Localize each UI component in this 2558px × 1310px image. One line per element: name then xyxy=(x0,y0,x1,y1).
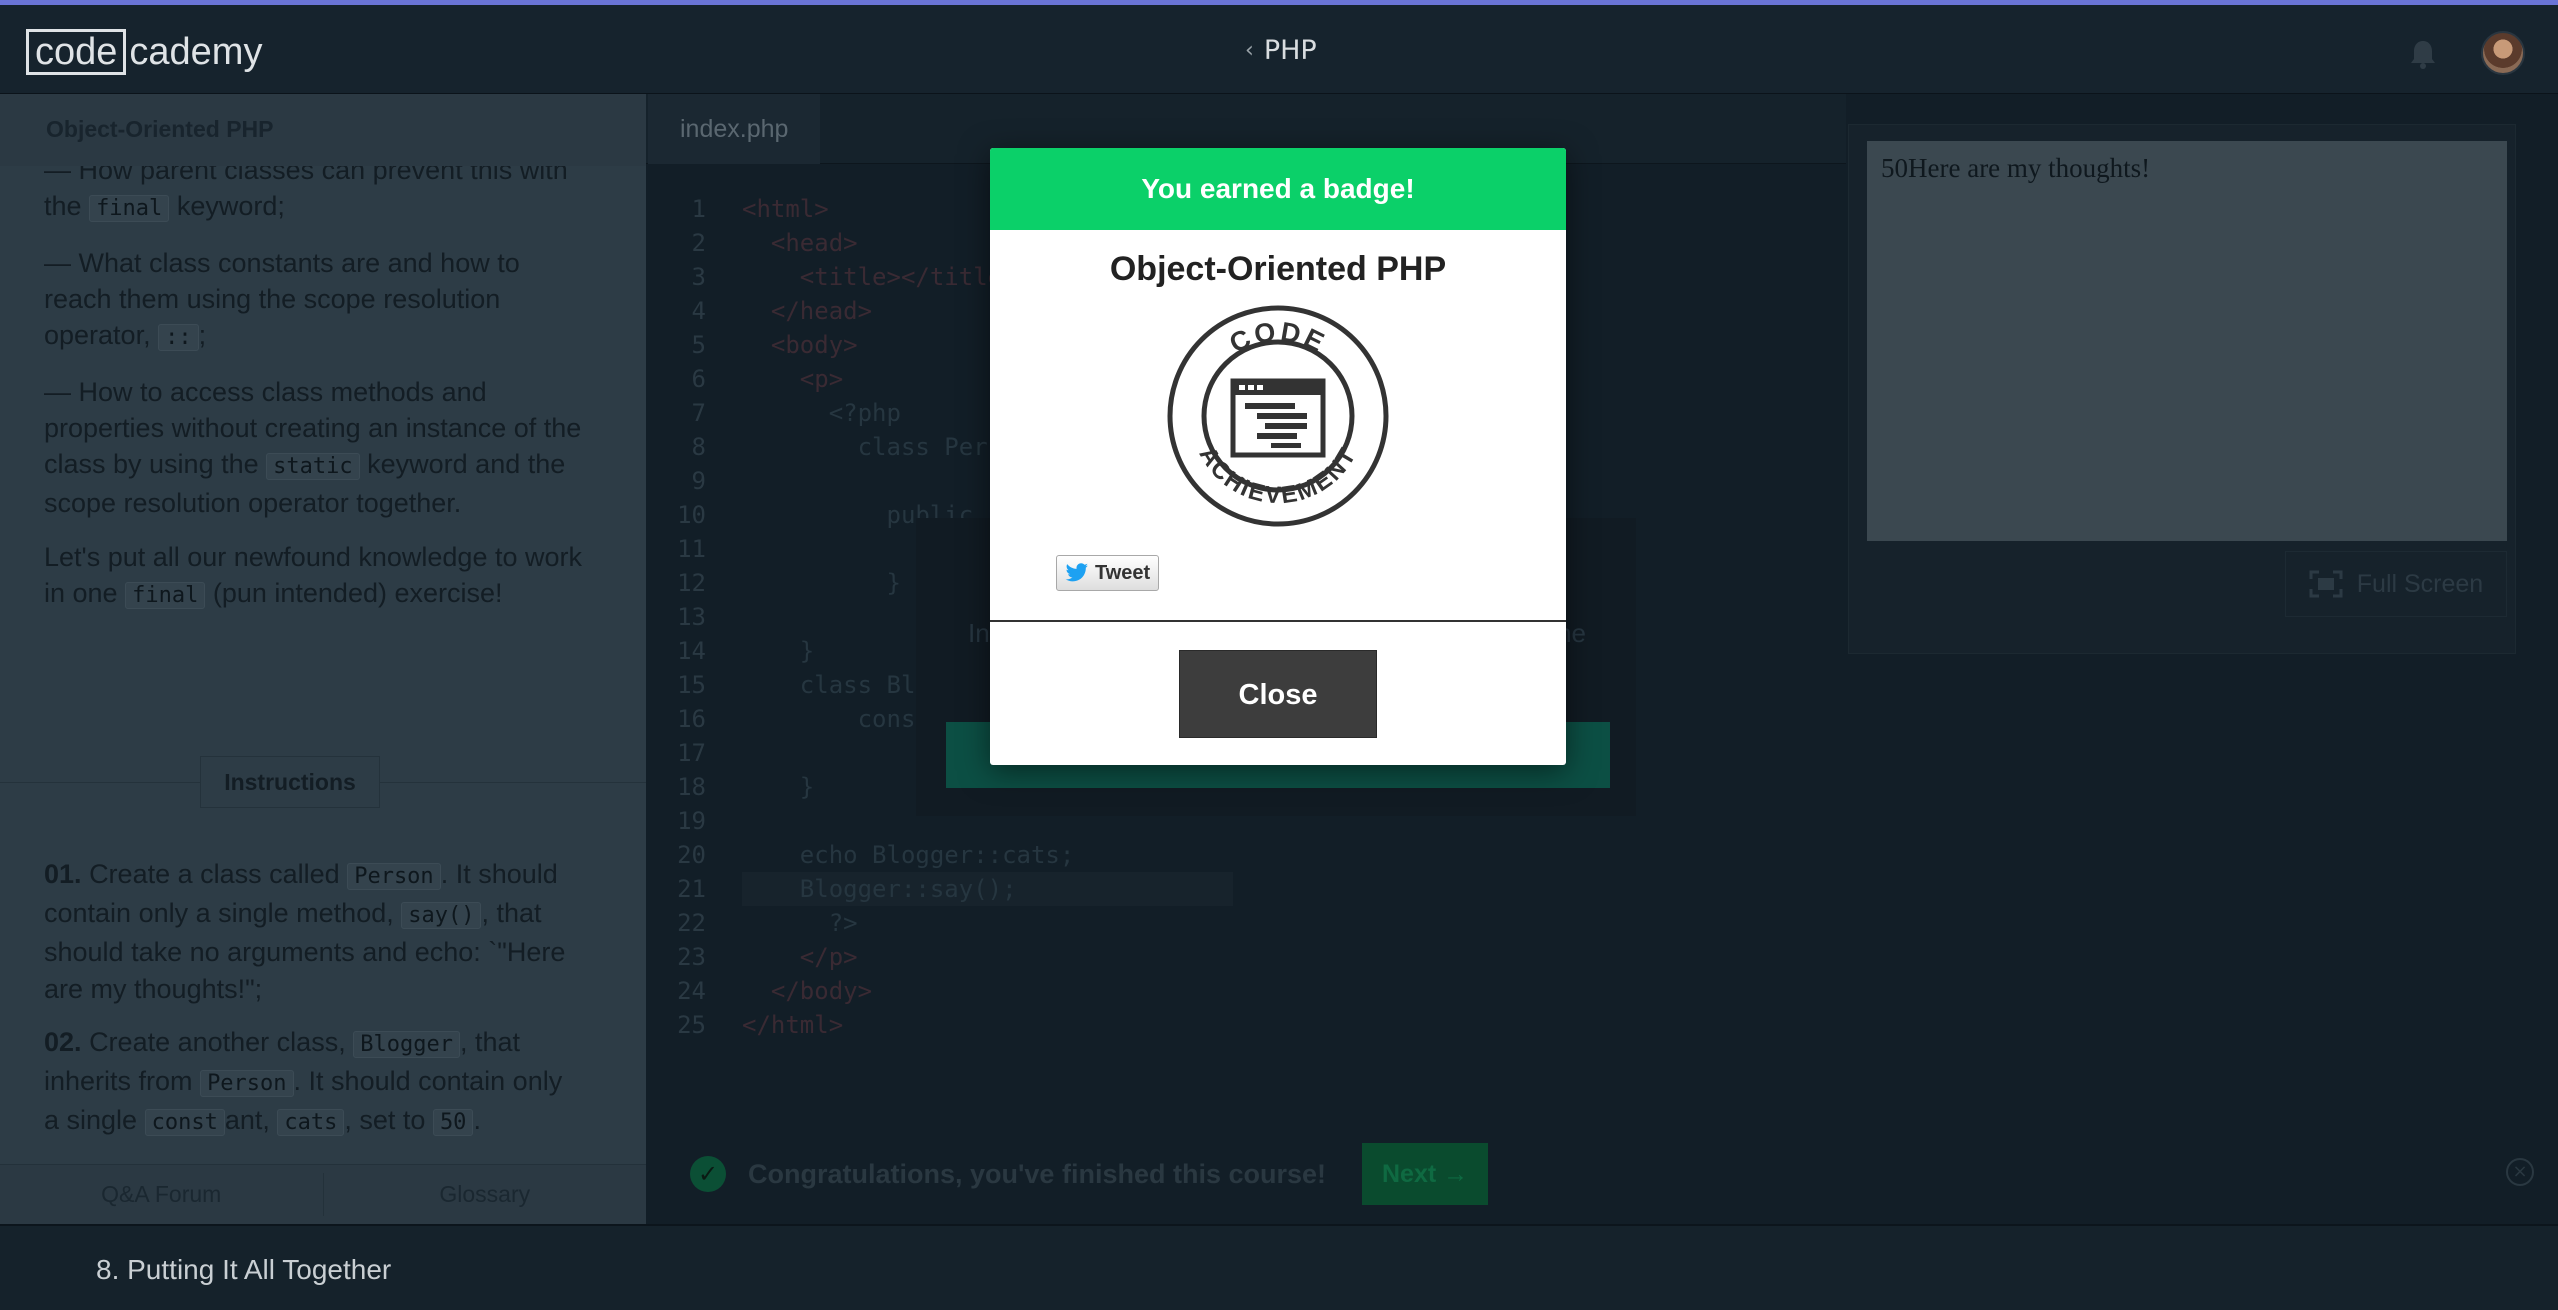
code-line: </p> xyxy=(742,943,858,971)
tab-index-php[interactable]: index.php xyxy=(648,94,821,164)
fullscreen-icon xyxy=(2309,570,2343,598)
logo-text: cademy xyxy=(129,30,263,73)
line-number: 23 xyxy=(677,943,706,971)
badge-title: Object-Oriented PHP xyxy=(1109,250,1447,288)
twitter-bird-icon xyxy=(1065,563,1089,582)
chevron-left-icon: ‹ xyxy=(1245,38,1254,63)
line-number: 2 xyxy=(691,229,706,257)
line-number: 3 xyxy=(691,263,706,291)
browser-preview: 50Here are my thoughts! Full Screen xyxy=(1848,124,2516,654)
line-number: 15 xyxy=(677,671,706,699)
output-panel: 50Here are my thoughts! Full Screen xyxy=(1846,94,2558,1224)
line-number: 24 xyxy=(677,977,706,1005)
line-number: 9 xyxy=(691,467,706,495)
course-back-link[interactable]: ‹ PHP xyxy=(1245,35,1317,66)
modal-header: You earned a badge! xyxy=(990,148,1566,230)
congrats-message: Congratulations, you've finished this co… xyxy=(748,1158,1326,1189)
user-avatar[interactable] xyxy=(2481,31,2525,75)
line-number: 12 xyxy=(677,569,706,597)
line-number: 10 xyxy=(677,501,706,529)
codecademy-logo[interactable]: code cademy xyxy=(26,28,262,76)
glossary-link[interactable]: Glossary xyxy=(324,1165,647,1224)
line-number: 25 xyxy=(677,1011,706,1039)
lesson-content: — How parent classes can prevent this wi… xyxy=(44,152,584,632)
qa-forum-link[interactable]: Q&A Forum xyxy=(0,1165,323,1224)
code-achievement-badge-icon: CODE ACHIEVEMENT xyxy=(1167,305,1389,527)
line-number: 4 xyxy=(691,297,706,325)
code-line: Blogger::say(); xyxy=(742,872,1234,906)
line-number: 20 xyxy=(677,841,706,869)
bottom-bar: 8. Putting It All Together xyxy=(0,1224,2558,1310)
code-line: </body> xyxy=(742,977,873,1005)
check-circle-icon: ✓ xyxy=(690,1156,726,1192)
close-banner-icon[interactable]: × xyxy=(2506,1158,2534,1186)
tweet-label: Tweet xyxy=(1095,561,1151,584)
fullscreen-button[interactable]: Full Screen xyxy=(2285,551,2507,617)
background-dialog-text: In xyxy=(968,618,990,648)
line-number: 21 xyxy=(677,875,706,903)
lesson-breadcrumb[interactable]: 8. Putting It All Together xyxy=(96,1254,391,1286)
browser-output-text: 50Here are my thoughts! xyxy=(1867,141,2507,541)
lesson-panel: — How parent classes can prevent this wi… xyxy=(0,94,646,1224)
instruction-step-1: 01. Create a class called Person. It sho… xyxy=(44,859,566,1004)
line-number: 18 xyxy=(677,773,706,801)
line-number: 1 xyxy=(691,195,706,223)
line-number: 8 xyxy=(691,433,706,461)
code-line: ?> xyxy=(742,909,858,937)
line-number: 5 xyxy=(691,331,706,359)
line-number: 16 xyxy=(677,705,706,733)
lesson-footer: Q&A Forum Glossary xyxy=(0,1164,646,1224)
instructions-list: 01. Create a class called Person. It sho… xyxy=(44,856,584,1157)
top-navbar: code cademy ‹ PHP xyxy=(0,5,2558,94)
line-number: 7 xyxy=(691,399,706,427)
modal-divider xyxy=(990,620,1566,622)
code-line: </html> xyxy=(742,1011,844,1039)
line-number: 13 xyxy=(677,603,706,631)
instructions-label: Instructions xyxy=(200,756,380,808)
instruction-step-2: 02. Create another class, Blogger, that … xyxy=(44,1027,563,1136)
next-button[interactable]: Next → xyxy=(1362,1143,1489,1205)
badge-modal: You earned a badge! Object-Oriented PHP … xyxy=(990,148,1566,765)
lesson-title: Object-Oriented PHP xyxy=(0,94,646,166)
bell-icon[interactable] xyxy=(2408,38,2438,70)
close-button[interactable]: Close xyxy=(1179,650,1377,738)
lesson-paragraph: — What class constants are and how to re… xyxy=(44,248,520,351)
course-name: PHP xyxy=(1263,35,1317,66)
line-number: 22 xyxy=(677,909,706,937)
line-number: 17 xyxy=(677,739,706,767)
svg-text:CODE: CODE xyxy=(1225,316,1332,359)
logo-boxed-text: code xyxy=(26,29,127,75)
line-number: 6 xyxy=(691,365,706,393)
fullscreen-label: Full Screen xyxy=(2356,569,2484,598)
lesson-paragraph: Let's put all our newfound knowledge to … xyxy=(44,542,582,609)
code-line: echo Blogger::cats; xyxy=(742,841,1075,869)
course-complete-banner: ✓ Congratulations, you've finished this … xyxy=(646,1124,2558,1224)
svg-text:ACHIEVEMENT: ACHIEVEMENT xyxy=(1194,442,1363,509)
line-number: 14 xyxy=(677,637,706,665)
line-number-gutter: 1 2 3 4 5 6 7 8 9 10 11 12 13 14 15 16 17 18 19 20 21 22 23 24 2… xyxy=(646,192,706,1042)
line-number: 11 xyxy=(677,535,706,563)
line-number: 19 xyxy=(677,807,706,835)
tweet-button[interactable]: Tweet xyxy=(1056,555,1160,591)
lesson-paragraph: — How to access class methods and proper… xyxy=(44,377,582,518)
